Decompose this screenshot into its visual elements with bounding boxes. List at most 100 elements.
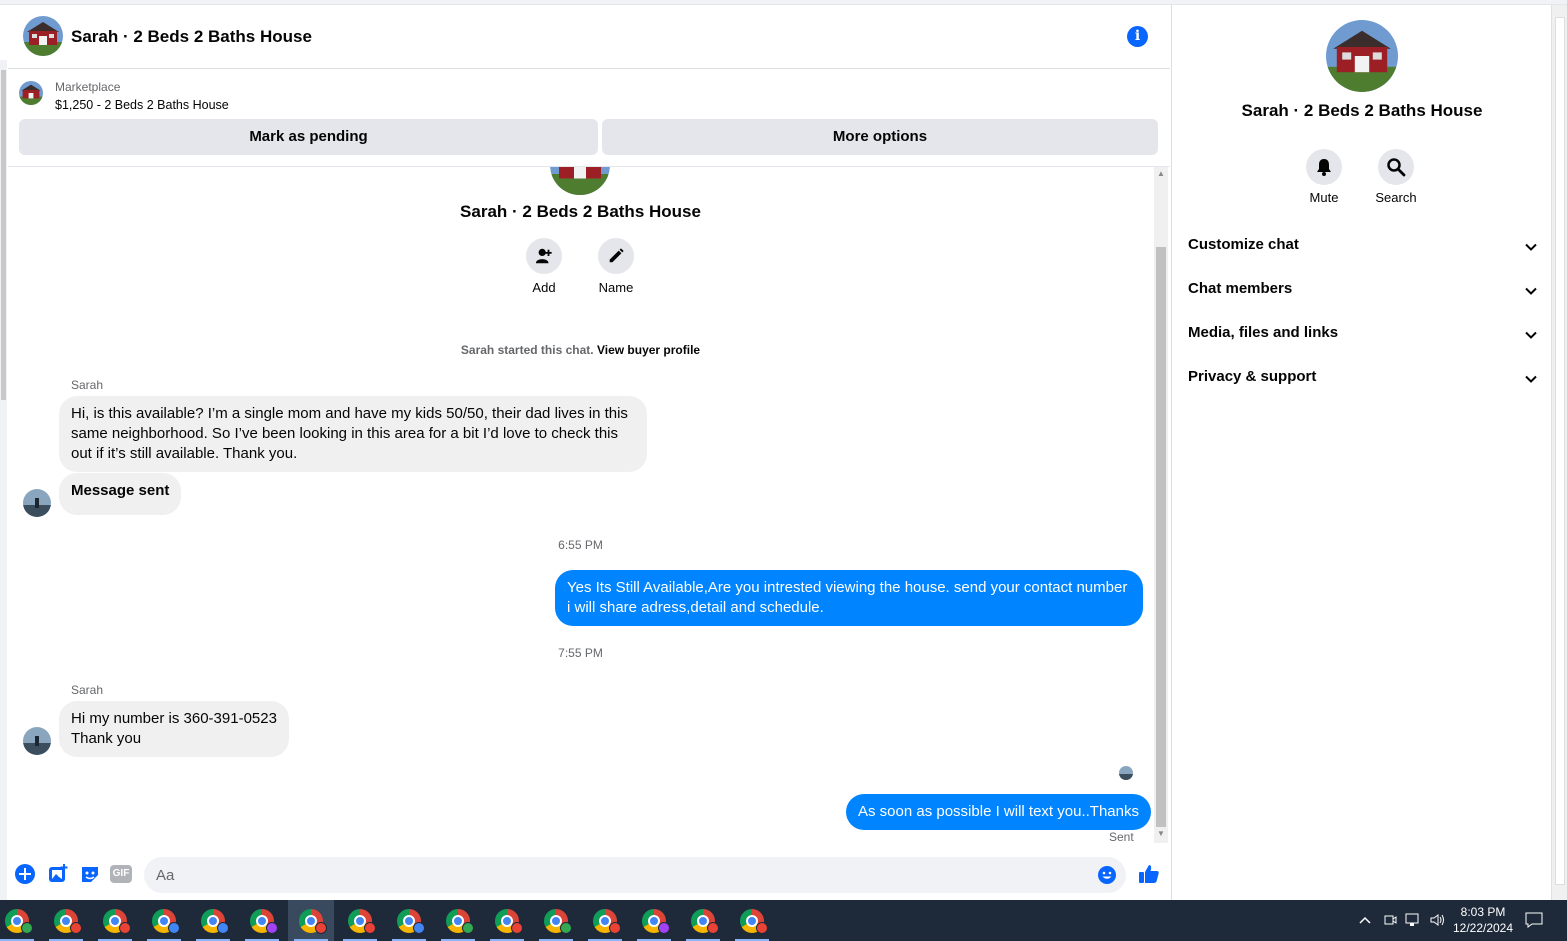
thumbs-up-icon[interactable]	[1137, 862, 1161, 886]
composer: GIF	[8, 849, 1170, 900]
taskbar-chrome-window[interactable]	[0, 900, 40, 941]
photo-icon[interactable]	[47, 863, 69, 885]
chevron-down-icon	[1525, 331, 1537, 339]
incoming-message[interactable]: Message sent	[59, 473, 182, 515]
panel-avatar[interactable]	[1326, 20, 1398, 92]
plus-icon[interactable]	[14, 863, 36, 885]
more-options-button[interactable]: More options	[602, 119, 1158, 155]
scroll-up-icon[interactable]: ▲	[1156, 169, 1166, 178]
taskbar-chrome-window[interactable]	[239, 900, 285, 941]
thread-scrollbar[interactable]: ▲ ▼	[1154, 167, 1168, 843]
profile-badge-icon	[217, 922, 229, 934]
listing-thumbnail[interactable]	[19, 81, 43, 105]
sender-avatar[interactable]	[23, 727, 51, 755]
taskbar-chrome-window[interactable]	[484, 900, 530, 941]
message-timestamp: 6:55 PM	[558, 538, 603, 552]
incoming-message[interactable]: Hi, is this available? I’m a single mom …	[59, 396, 647, 472]
mute-label: Mute	[1309, 190, 1339, 205]
profile-badge-icon	[21, 922, 33, 934]
search-icon	[1387, 158, 1406, 177]
taskbar-chrome-window[interactable]	[631, 900, 677, 941]
message-thread[interactable]: Sarah · 2 Beds 2 Baths House Add Name Sa…	[8, 167, 1153, 843]
add-person-icon	[535, 248, 552, 264]
chevron-down-icon	[1525, 375, 1537, 383]
conversation-avatar[interactable]	[23, 16, 63, 56]
chat-started-text: Sarah started this chat.	[460, 343, 594, 357]
search-label: Search	[1375, 190, 1417, 205]
profile-badge-icon	[315, 922, 327, 934]
listing-price-title[interactable]: $1,250 - 2 Beds 2 Baths House	[55, 98, 229, 112]
taskbar-chrome-window[interactable]	[141, 900, 187, 941]
network-icon[interactable]	[1405, 913, 1423, 927]
volume-icon[interactable]	[1429, 913, 1447, 927]
profile-badge-icon	[266, 922, 278, 934]
taskbar-chrome-window[interactable]	[92, 900, 138, 941]
message-timestamp: 7:55 PM	[558, 646, 603, 660]
conversation-title[interactable]: Sarah · 2 Beds 2 Baths House	[71, 27, 312, 47]
customize-chat-section[interactable]: Customize chat	[1188, 226, 1538, 266]
message-line: Hi my number is 360-391-0523	[71, 710, 277, 727]
chat-members-section[interactable]: Chat members	[1188, 270, 1538, 310]
incoming-message[interactable]: Hi my number is 360-391-0523 Thank you	[59, 701, 289, 757]
taskbar-chrome-window[interactable]	[386, 900, 432, 941]
name-label: Name	[598, 280, 634, 295]
add-people-button[interactable]	[526, 238, 562, 274]
thread-title: Sarah · 2 Beds 2 Baths House	[460, 202, 701, 221]
profile-badge-icon	[119, 922, 131, 934]
taskbar-chrome-window[interactable]	[288, 900, 334, 941]
section-label: Chat members	[1188, 280, 1293, 297]
details-panel: Sarah · 2 Beds 2 Baths House Mute Search…	[1171, 5, 1551, 900]
search-button[interactable]	[1378, 149, 1414, 185]
sticker-icon[interactable]	[79, 863, 101, 885]
pencil-icon	[609, 248, 624, 263]
privacy-support-section[interactable]: Privacy & support	[1188, 358, 1538, 398]
profile-badge-icon	[70, 922, 82, 934]
profile-badge-icon	[462, 922, 474, 934]
profile-badge-icon	[560, 922, 572, 934]
bell-icon	[1317, 159, 1331, 176]
left-edge-scrollbar[interactable]	[0, 60, 7, 900]
section-label: Media, files and links	[1188, 324, 1339, 341]
profile-badge-icon	[707, 922, 719, 934]
sender-avatar[interactable]	[23, 489, 51, 517]
profile-badge-icon	[609, 922, 621, 934]
taskbar: 8:03 PM 12/22/2024	[0, 900, 1567, 941]
mark-as-pending-button[interactable]: Mark as pending	[19, 119, 598, 155]
panel-title: Sarah · 2 Beds 2 Baths House	[1241, 101, 1483, 120]
message-input[interactable]	[156, 857, 1076, 893]
emoji-icon[interactable]	[1097, 865, 1117, 885]
mute-button[interactable]	[1306, 149, 1342, 185]
taskbar-chrome-window[interactable]	[729, 900, 775, 941]
taskbar-chrome-window[interactable]	[337, 900, 383, 941]
gif-icon[interactable]: GIF	[110, 865, 132, 883]
taskbar-chrome-window[interactable]	[190, 900, 236, 941]
meet-now-icon[interactable]	[1383, 913, 1397, 927]
section-label: Customize chat	[1188, 236, 1299, 253]
marketplace-banner: Marketplace $1,250 - 2 Beds 2 Baths Hous…	[8, 69, 1170, 167]
page-scrollbar[interactable]	[1551, 5, 1567, 900]
name-chat-button[interactable]	[598, 238, 634, 274]
profile-badge-icon	[658, 922, 670, 934]
scroll-down-icon[interactable]: ▼	[1156, 829, 1166, 838]
thread-avatar	[550, 167, 610, 195]
tray-chevron-up-icon[interactable]	[1358, 914, 1372, 926]
taskbar-chrome-window[interactable]	[43, 900, 89, 941]
system-clock[interactable]: 8:03 PM 12/22/2024	[1448, 904, 1518, 936]
taskbar-chrome-window[interactable]	[435, 900, 481, 941]
outgoing-message[interactable]: As soon as possible I will text you..Tha…	[846, 794, 1151, 830]
seen-avatar	[1119, 766, 1133, 780]
outgoing-message[interactable]: Yes Its Still Available,Are you intreste…	[555, 570, 1143, 626]
clock-time: 8:03 PM	[1460, 905, 1506, 919]
message-input-box[interactable]	[144, 857, 1126, 893]
info-icon[interactable]: i	[1127, 26, 1148, 47]
taskbar-chrome-window[interactable]	[582, 900, 628, 941]
media-files-links-section[interactable]: Media, files and links	[1188, 314, 1538, 354]
notifications-icon[interactable]	[1524, 911, 1544, 929]
taskbar-chrome-window[interactable]	[680, 900, 726, 941]
taskbar-chrome-window[interactable]	[533, 900, 579, 941]
section-label: Privacy & support	[1188, 368, 1317, 385]
profile-badge-icon	[511, 922, 523, 934]
view-buyer-profile-link[interactable]: View buyer profile	[597, 343, 700, 357]
chevron-down-icon	[1525, 287, 1537, 295]
profile-badge-icon	[413, 922, 425, 934]
